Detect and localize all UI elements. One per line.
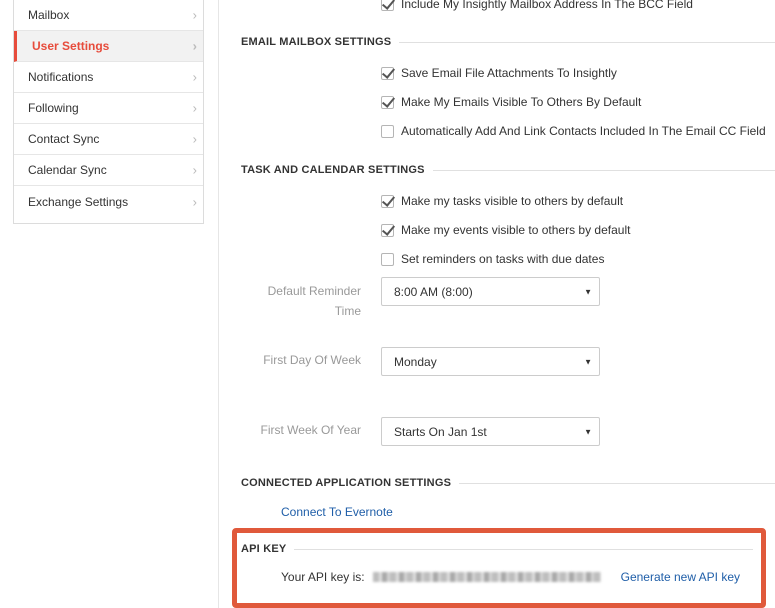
checkbox[interactable] xyxy=(381,223,394,237)
checkbox-label: Save Email File Attachments To Insightly xyxy=(401,66,617,80)
chevron-right-icon: › xyxy=(192,100,197,116)
auto-link-contacts-option[interactable]: Automatically Add And Link Contacts Incl… xyxy=(381,123,766,139)
chevron-right-icon: › xyxy=(192,131,197,147)
first-day-label: First Day Of Week xyxy=(263,353,361,367)
chevron-right-icon: › xyxy=(192,162,197,178)
checkbox-label: Make My Emails Visible To Others By Defa… xyxy=(401,95,642,109)
sidebar-item-following[interactable]: Following › xyxy=(14,93,203,124)
sidebar-item-label: Calendar Sync xyxy=(28,163,107,177)
select-value: Monday xyxy=(394,354,437,369)
emails-visible-option[interactable]: Make My Emails Visible To Others By Defa… xyxy=(381,94,641,110)
section-title: API KEY xyxy=(241,543,287,555)
chevron-right-icon: › xyxy=(192,7,197,23)
task-section-header: TASK AND CALENDAR SETTINGS xyxy=(241,162,775,178)
sidebar-item-label: Following xyxy=(28,101,79,115)
section-divider xyxy=(294,548,753,550)
generate-api-key-link[interactable]: Generate new API key xyxy=(621,570,740,584)
select-value: Starts On Jan 1st xyxy=(394,424,487,439)
select-value: 8:00 AM (8:00) xyxy=(394,284,473,299)
dropdown-arrow-icon: ▼ xyxy=(584,427,592,436)
checkbox-label: Automatically Add And Link Contacts Incl… xyxy=(401,124,766,138)
section-title: TASK AND CALENDAR SETTINGS xyxy=(241,164,425,176)
checkbox[interactable] xyxy=(381,124,394,138)
email-section-header: EMAIL MAILBOX SETTINGS xyxy=(241,34,775,50)
reminder-time-label: Default Reminder Time xyxy=(241,281,361,321)
settings-sidebar: Mailbox › User Settings › Notifications … xyxy=(13,0,204,224)
tasks-visible-option[interactable]: Make my tasks visible to others by defau… xyxy=(381,193,623,209)
save-attachments-option[interactable]: Save Email File Attachments To Insightly xyxy=(381,65,617,81)
label-line: Time xyxy=(334,304,361,318)
checkbox-label: Make my tasks visible to others by defau… xyxy=(401,194,624,208)
section-divider xyxy=(459,482,775,484)
chevron-right-icon: › xyxy=(192,194,197,209)
label-line: Default Reminder xyxy=(267,284,361,298)
sidebar-item-label: Contact Sync xyxy=(28,132,100,146)
section-title: EMAIL MAILBOX SETTINGS xyxy=(241,36,392,48)
sidebar-item-contact-sync[interactable]: Contact Sync › xyxy=(14,124,203,155)
api-key-row: Your API key is: Generate new API key xyxy=(281,570,740,584)
chevron-right-icon: › xyxy=(192,38,197,54)
content-divider xyxy=(218,0,219,608)
bcc-option[interactable]: Include My Insightly Mailbox Address In … xyxy=(381,0,693,12)
section-title: CONNECTED APPLICATION SETTINGS xyxy=(241,477,452,489)
checkbox[interactable] xyxy=(381,194,394,208)
connect-evernote-link[interactable]: Connect To Evernote xyxy=(281,505,393,519)
api-key-label: Your API key is: xyxy=(281,570,365,584)
first-week-label: First Week Of Year xyxy=(260,423,361,437)
api-key-value-redacted xyxy=(372,572,601,582)
sidebar-item-label: Mailbox xyxy=(28,8,70,22)
section-divider xyxy=(399,41,775,43)
sidebar-item-label: User Settings xyxy=(32,39,110,53)
checkbox[interactable] xyxy=(381,95,394,109)
first-week-select[interactable]: Starts On Jan 1st ▼ xyxy=(381,417,600,446)
api-key-section-header: API KEY xyxy=(241,541,753,557)
sidebar-item-notifications[interactable]: Notifications › xyxy=(14,62,203,93)
task-reminders-option[interactable]: Set reminders on tasks with due dates xyxy=(381,251,604,267)
section-divider xyxy=(432,169,775,171)
dropdown-arrow-icon: ▼ xyxy=(584,287,592,296)
checkbox-label: Set reminders on tasks with due dates xyxy=(401,252,605,266)
sidebar-item-label: Notifications xyxy=(28,70,94,84)
chevron-right-icon: › xyxy=(192,69,197,85)
api-key-highlight xyxy=(232,528,766,608)
checkbox[interactable] xyxy=(381,252,394,266)
reminder-time-select[interactable]: 8:00 AM (8:00) ▼ xyxy=(381,277,600,306)
checkbox[interactable] xyxy=(381,0,394,11)
sidebar-item-label: Exchange Settings xyxy=(28,194,129,209)
checkbox[interactable] xyxy=(381,66,394,80)
dropdown-arrow-icon: ▼ xyxy=(584,357,592,366)
checkbox-label: Include My Insightly Mailbox Address In … xyxy=(401,0,693,11)
sidebar-item-user-settings[interactable]: User Settings › xyxy=(14,31,203,62)
connected-apps-section-header: CONNECTED APPLICATION SETTINGS xyxy=(241,475,775,491)
checkbox-label: Make my events visible to others by defa… xyxy=(401,223,631,237)
sidebar-item-mailbox[interactable]: Mailbox › xyxy=(14,0,203,31)
first-day-select[interactable]: Monday ▼ xyxy=(381,347,600,376)
sidebar-item-exchange-settings[interactable]: Exchange Settings › xyxy=(14,186,203,217)
events-visible-option[interactable]: Make my events visible to others by defa… xyxy=(381,222,630,238)
sidebar-item-calendar-sync[interactable]: Calendar Sync › xyxy=(14,155,203,186)
